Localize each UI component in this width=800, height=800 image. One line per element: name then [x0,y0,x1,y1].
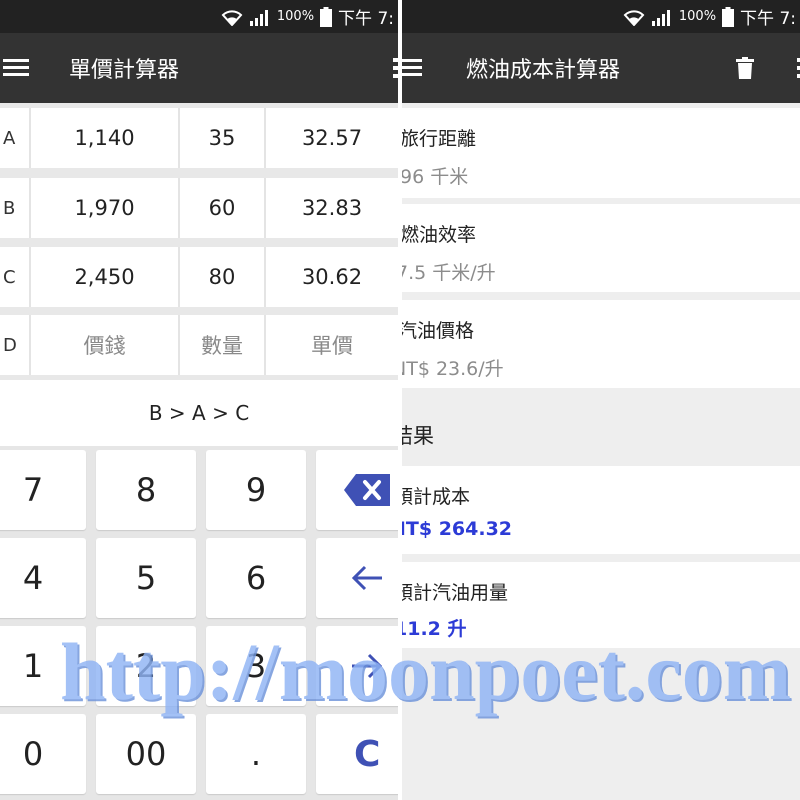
key-9[interactable]: 9 [206,450,306,530]
result-value: 11.2 升 [402,618,467,640]
unit-price-cell: 30.62 [266,247,398,307]
fuel-price-field[interactable]: 汽油價格 NT$ 23.6/升 [402,300,800,388]
table-row: A 1,140 35 32.57 [0,108,398,168]
field-value: 96 千米 [402,166,469,188]
price-cell[interactable]: 1,140 [31,108,180,168]
arrow-right-icon [352,653,383,679]
estimated-cost-result: 預計成本 NT$ 264.32 [402,466,800,554]
table-row: C 2,450 80 30.62 [0,247,398,307]
key-3[interactable]: 3 [206,626,306,706]
arrow-left-icon [351,565,382,591]
field-value: NT$ 23.6/升 [402,358,504,380]
fuel-efficiency-field[interactable]: 燃油效率 7.5 千米/升 [402,204,800,292]
estimated-fuel-result: 預計汽油用量 11.2 升 [402,562,800,648]
backspace-icon [344,474,390,506]
menu-icon[interactable] [402,58,422,78]
backspace-key[interactable] [316,450,398,530]
results-heading: 結果 [402,424,434,448]
row-label: D [0,315,31,375]
overflow-icon[interactable] [795,56,800,80]
previous-key[interactable] [316,538,398,618]
fuel-cost-panel: 100% 下午 7: 燃油成本計算器 旅行距離 96 千米 燃油效率 7.5 千… [402,0,800,800]
signal-icon [651,9,670,26]
quantity-cell[interactable]: 80 [180,247,266,307]
unit-price-cell: 32.83 [266,178,398,238]
battery-icon [320,6,333,27]
result-label: 預計成本 [402,486,471,508]
key-00[interactable]: 00 [96,714,196,794]
unit-price-cell: 32.57 [266,108,398,168]
keypad: 7 8 9 4 5 6 1 2 3 0 00 . C [0,446,398,800]
price-cell[interactable]: 2,450 [31,247,180,307]
unit-price-placeholder: 單價 [266,315,398,375]
table-row: B 1,970 60 32.83 [0,178,398,238]
row-label: A [0,108,31,168]
row-label: C [0,247,31,307]
result-value: NT$ 264.32 [402,518,513,540]
field-label: 燃油效率 [402,224,477,246]
battery-percent: 100% [678,9,717,24]
trash-icon[interactable] [736,57,754,79]
app-bar: 燃油成本計算器 [402,33,800,103]
signal-icon [249,9,268,26]
menu-icon[interactable] [3,58,29,78]
key-1[interactable]: 1 [0,626,86,706]
quantity-input[interactable]: 數量 [180,315,266,375]
status-bar: 100% 下午 7: [402,0,800,33]
table-row: D 價錢 數量 單價 [0,315,398,375]
clock: 下午 7: [338,9,394,29]
page-title: 燃油成本計算器 [466,58,621,83]
price-input[interactable]: 價錢 [31,315,180,375]
unit-price-panel: 100% 下午 7: 單價計算器 A 1,140 35 32.57 B 1,97… [0,0,398,800]
row-label: B [0,178,31,238]
quantity-cell[interactable]: 60 [180,178,266,238]
result-label: 預計汽油用量 [402,582,509,604]
status-bar: 100% 下午 7: [0,0,398,33]
field-label: 旅行距離 [402,128,477,150]
quantity-cell[interactable]: 35 [180,108,266,168]
key-2[interactable]: 2 [96,626,196,706]
page-title: 單價計算器 [69,58,180,83]
next-key[interactable] [316,626,398,706]
key-8[interactable]: 8 [96,450,196,530]
field-label: 汽油價格 [402,320,475,342]
key-0[interactable]: 0 [0,714,86,794]
field-value: 7.5 千米/升 [402,262,496,284]
price-cell[interactable]: 1,970 [31,178,180,238]
distance-field[interactable]: 旅行距離 96 千米 [402,108,800,198]
comparison-result: B > A > C [0,380,398,446]
clear-key[interactable]: C [316,714,398,794]
battery-icon [722,6,735,27]
app-bar: 單價計算器 [0,33,398,103]
key-decimal[interactable]: . [206,714,306,794]
wifi-icon [221,9,243,26]
key-7[interactable]: 7 [0,450,86,530]
clock: 下午 7: [740,9,796,29]
key-4[interactable]: 4 [0,538,86,618]
key-6[interactable]: 6 [206,538,306,618]
wifi-icon [623,9,645,26]
battery-percent: 100% [276,9,315,24]
key-5[interactable]: 5 [96,538,196,618]
